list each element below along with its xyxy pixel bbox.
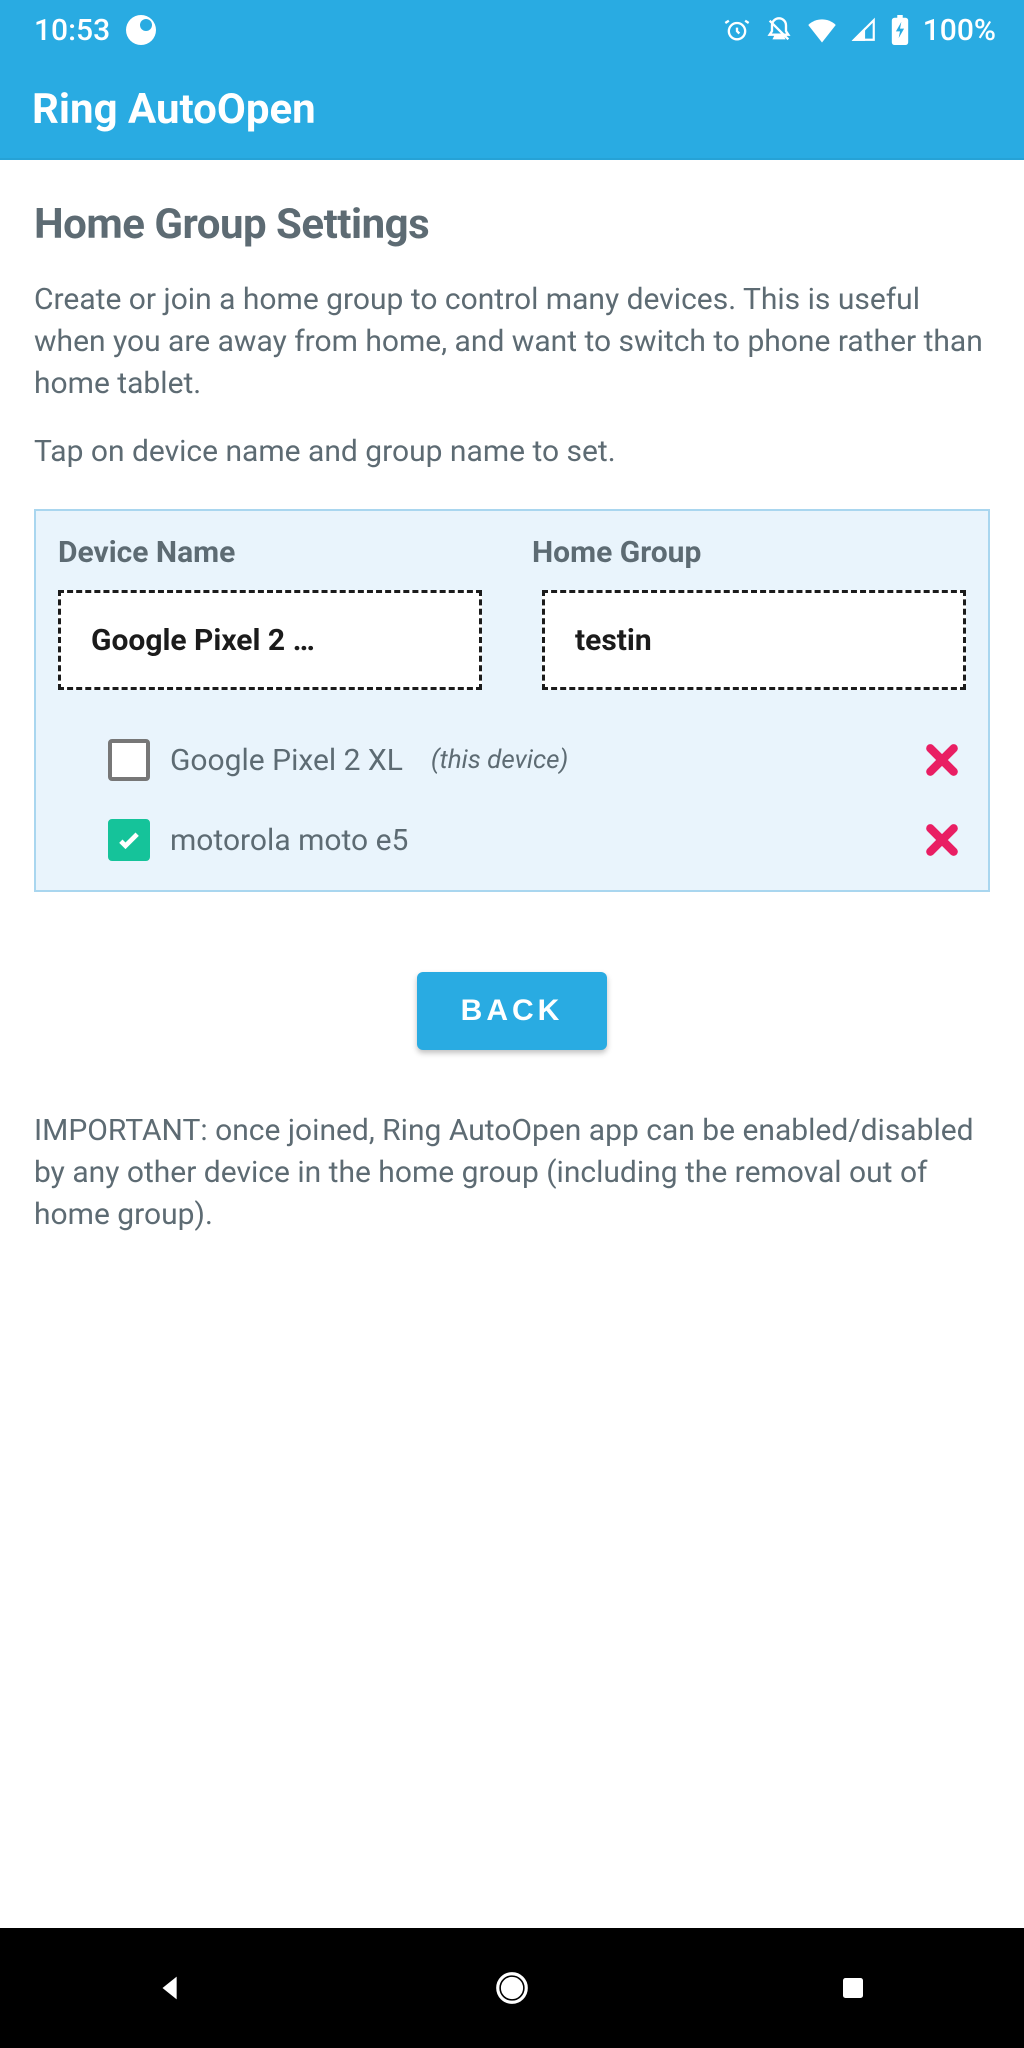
app-bar: Ring AutoOpen	[0, 60, 1024, 160]
remove-device-button[interactable]	[918, 816, 966, 864]
device-name-input[interactable]: Google Pixel 2 …	[58, 590, 482, 690]
remove-device-button[interactable]	[918, 736, 966, 784]
home-group-card: Device Name Home Group Google Pixel 2 … …	[34, 509, 990, 892]
device-list: Google Pixel 2 XL (this device) motorola…	[58, 720, 966, 880]
android-nav-bar	[0, 1928, 1024, 2048]
device-row: Google Pixel 2 XL (this device)	[58, 720, 966, 800]
nav-recents-button[interactable]	[833, 1968, 873, 2008]
important-note: IMPORTANT: once joined, Ring AutoOpen ap…	[34, 1110, 990, 1236]
back-button-wrap: BACK	[34, 972, 990, 1050]
page-title: Home Group Settings	[34, 200, 990, 249]
status-bar: 10:53 100%	[0, 0, 1024, 60]
battery-charging-icon	[891, 15, 909, 45]
wifi-icon	[807, 17, 837, 43]
tap-hint: Tap on device name and group name to set…	[34, 431, 990, 473]
status-right: 100%	[723, 13, 996, 48]
cell-signal-icon	[851, 17, 877, 43]
home-group-label: Home Group	[532, 535, 966, 570]
card-inputs: Google Pixel 2 … testin	[58, 590, 966, 690]
nav-home-button[interactable]	[492, 1968, 532, 2008]
app-title: Ring AutoOpen	[32, 85, 316, 134]
card-headers: Device Name Home Group	[58, 535, 966, 570]
battery-percent: 100%	[923, 13, 996, 48]
device-checkbox[interactable]	[108, 819, 150, 861]
device-name: motorola moto e5	[170, 823, 408, 858]
dnd-icon	[765, 16, 793, 44]
screen: 10:53 100% Ring AutoOpen Home	[0, 0, 1024, 2048]
app-status-icon	[126, 15, 156, 45]
alarm-icon	[723, 16, 751, 44]
back-button[interactable]: BACK	[417, 972, 608, 1050]
content: Home Group Settings Create or join a hom…	[0, 160, 1024, 1928]
device-checkbox[interactable]	[108, 739, 150, 781]
device-name: Google Pixel 2 XL	[170, 743, 403, 778]
status-left: 10:53	[34, 13, 156, 48]
nav-back-button[interactable]	[151, 1968, 191, 2008]
status-time: 10:53	[34, 13, 110, 48]
home-group-input[interactable]: testin	[542, 590, 966, 690]
device-row: motorola moto e5	[58, 800, 966, 880]
intro-paragraph: Create or join a home group to control m…	[34, 279, 990, 405]
device-name-label: Device Name	[58, 535, 492, 570]
device-hint: (this device)	[431, 745, 568, 775]
